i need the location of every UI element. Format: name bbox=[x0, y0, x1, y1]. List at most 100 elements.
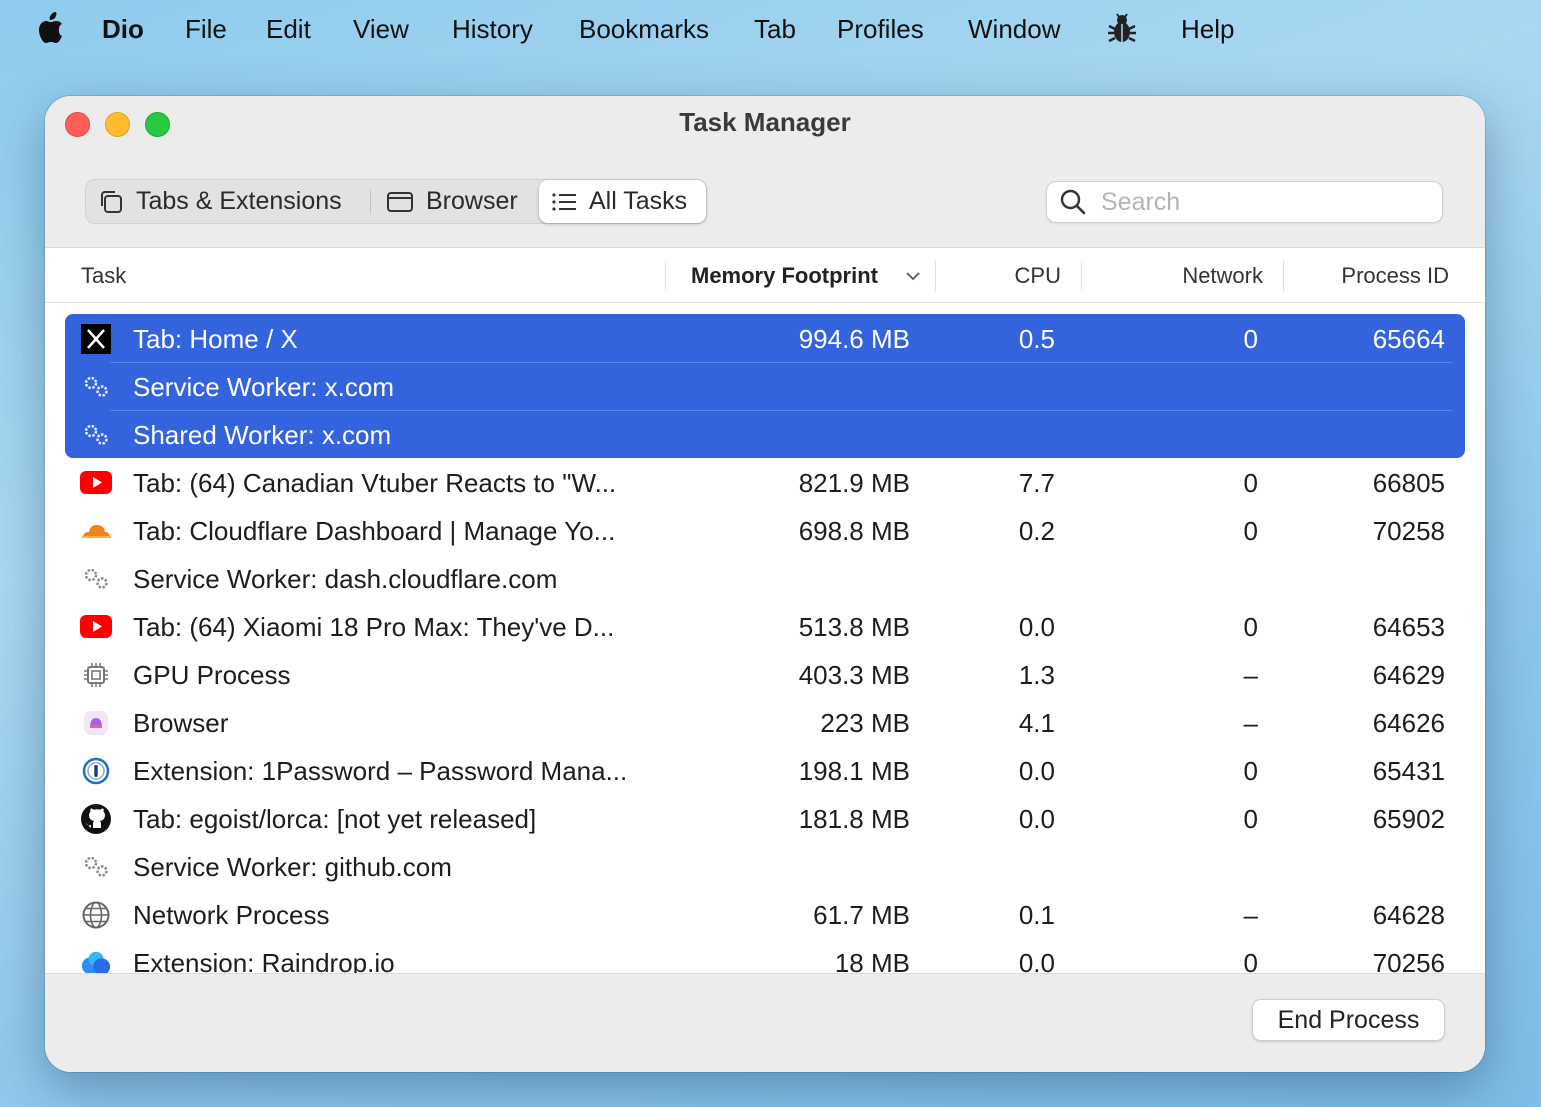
cpu-value: 0.1 bbox=[1018, 900, 1055, 930]
column-header-pid[interactable]: Process ID bbox=[1341, 263, 1449, 289]
menu-bar: Dio File Edit View History Bookmarks Tab… bbox=[0, 0, 1541, 58]
task-name: Service Worker: x.com bbox=[133, 372, 395, 402]
cpu-value: 0.0 bbox=[1018, 756, 1055, 786]
apple-logo-icon[interactable] bbox=[36, 12, 64, 44]
task-name: GPU Process bbox=[133, 660, 291, 690]
task-name: Tab: Cloudflare Dashboard | Manage Yo... bbox=[133, 516, 616, 546]
gears-icon bbox=[80, 852, 112, 882]
network-value: 0 bbox=[1243, 756, 1258, 786]
task-name: Tab: Home / X bbox=[133, 324, 298, 354]
task-name: Tab: egoist/lorca: [not yet released] bbox=[133, 804, 537, 834]
table-row[interactable]: Browser 223 MB 4.1 – 64626 bbox=[45, 698, 1485, 746]
memory-value: 61.7 MB bbox=[813, 900, 910, 930]
task-manager-window: Task Manager Tabs & Extensions Browser A… bbox=[45, 96, 1485, 1072]
search-input[interactable] bbox=[1101, 187, 1421, 217]
table-row[interactable]: Tab: (64) Xiaomi 18 Pro Max: They've D..… bbox=[45, 602, 1485, 650]
table-row[interactable]: Tab: (64) Canadian Vtuber Reacts to "W..… bbox=[45, 458, 1485, 506]
network-value: 0 bbox=[1243, 948, 1258, 973]
table-row[interactable]: Extension: Raindrop.io 18 MB 0.0 0 70256 bbox=[45, 938, 1485, 973]
menu-history[interactable]: History bbox=[452, 13, 533, 45]
bug-icon[interactable] bbox=[1106, 12, 1138, 46]
pid-value: 64626 bbox=[1372, 708, 1445, 738]
menu-bookmarks[interactable]: Bookmarks bbox=[579, 13, 709, 45]
onepassword-icon bbox=[80, 756, 112, 786]
cpu-value: 0.5 bbox=[1018, 324, 1055, 354]
task-name: Extension: 1Password – Password Mana... bbox=[133, 756, 628, 786]
table-header: Task Memory Footprint CPU Network Proces… bbox=[45, 248, 1485, 303]
table-row[interactable]: Service Worker: dash.cloudflare.com bbox=[45, 554, 1485, 602]
table-row[interactable]: Tab: Cloudflare Dashboard | Manage Yo...… bbox=[45, 506, 1485, 554]
chevron-down-icon[interactable] bbox=[906, 271, 920, 281]
column-header-memory[interactable]: Memory Footprint bbox=[691, 263, 878, 289]
window-title: Task Manager bbox=[679, 107, 851, 137]
pid-value: 70258 bbox=[1372, 516, 1445, 546]
network-value: 0 bbox=[1243, 612, 1258, 642]
menu-edit[interactable]: Edit bbox=[266, 13, 311, 45]
task-name: Extension: Raindrop.io bbox=[133, 948, 395, 973]
segment-browser[interactable]: Browser bbox=[386, 180, 518, 223]
table-row[interactable]: Tab: Home / X 994.6 MB 0.5 0 65664 bbox=[45, 314, 1485, 362]
cpu-value: 0.2 bbox=[1018, 516, 1055, 546]
cloudflare-icon bbox=[80, 516, 112, 546]
segment-all-tasks[interactable]: All Tasks bbox=[539, 180, 706, 223]
youtube-icon bbox=[80, 612, 112, 642]
column-header-task[interactable]: Task bbox=[81, 263, 126, 289]
column-divider[interactable] bbox=[1283, 261, 1284, 291]
task-name: Shared Worker: x.com bbox=[133, 420, 392, 450]
memory-value: 18 MB bbox=[834, 948, 910, 973]
search-field[interactable] bbox=[1046, 181, 1443, 223]
table-row[interactable]: Shared Worker: x.com bbox=[45, 410, 1485, 458]
title-bar: Task Manager Tabs & Extensions Browser A… bbox=[45, 96, 1485, 248]
table-row[interactable]: Service Worker: github.com bbox=[45, 842, 1485, 890]
network-value: – bbox=[1243, 708, 1258, 738]
column-header-cpu[interactable]: CPU bbox=[1015, 263, 1061, 289]
task-name: Service Worker: github.com bbox=[133, 852, 452, 882]
end-process-button[interactable]: End Process bbox=[1252, 999, 1445, 1041]
cpu-value: 0.0 bbox=[1018, 804, 1055, 834]
raindrop-icon bbox=[80, 948, 112, 973]
network-value: 0 bbox=[1243, 468, 1258, 498]
cpu-value: 0.0 bbox=[1018, 948, 1055, 973]
memory-value: 198.1 MB bbox=[798, 756, 910, 786]
x-logo-icon bbox=[80, 324, 112, 354]
task-name: Browser bbox=[133, 708, 229, 738]
pid-value: 64628 bbox=[1372, 900, 1445, 930]
segment-divider bbox=[370, 190, 371, 214]
menu-window[interactable]: Window bbox=[968, 13, 1060, 45]
table-row[interactable]: Tab: egoist/lorca: [not yet released] 18… bbox=[45, 794, 1485, 842]
network-value: 0 bbox=[1243, 516, 1258, 546]
table-row[interactable]: Extension: 1Password – Password Mana... … bbox=[45, 746, 1485, 794]
menu-app-name[interactable]: Dio bbox=[102, 13, 144, 45]
column-divider[interactable] bbox=[1081, 261, 1082, 291]
footer-bar: End Process bbox=[45, 973, 1485, 1072]
youtube-icon bbox=[80, 468, 112, 498]
task-name: Tab: (64) Xiaomi 18 Pro Max: They've D..… bbox=[133, 612, 615, 642]
chip-icon bbox=[80, 660, 112, 690]
memory-value: 513.8 MB bbox=[798, 612, 910, 642]
menu-tab[interactable]: Tab bbox=[754, 13, 796, 45]
column-divider[interactable] bbox=[665, 261, 666, 291]
table-row[interactable]: Service Worker: x.com bbox=[45, 362, 1485, 410]
table-row[interactable]: Network Process 61.7 MB 0.1 – 64628 bbox=[45, 890, 1485, 938]
segment-label: All Tasks bbox=[589, 187, 688, 215]
cpu-value: 4.1 bbox=[1018, 708, 1055, 738]
browser-app-icon bbox=[80, 708, 112, 738]
column-header-network[interactable]: Network bbox=[1182, 263, 1263, 289]
globe-icon bbox=[80, 900, 112, 930]
menu-help[interactable]: Help bbox=[1181, 13, 1234, 45]
task-name: Service Worker: dash.cloudflare.com bbox=[133, 564, 558, 594]
pid-value: 66805 bbox=[1372, 468, 1445, 498]
table-row[interactable]: GPU Process 403.3 MB 1.3 – 64629 bbox=[45, 650, 1485, 698]
menu-profiles[interactable]: Profiles bbox=[837, 13, 924, 45]
segment-label: Browser bbox=[426, 187, 518, 215]
menu-file[interactable]: File bbox=[185, 13, 227, 45]
column-divider[interactable] bbox=[935, 261, 936, 291]
task-name: Network Process bbox=[133, 900, 330, 930]
search-icon bbox=[1060, 189, 1086, 215]
memory-value: 403.3 MB bbox=[798, 660, 910, 690]
menu-view[interactable]: View bbox=[353, 13, 409, 45]
memory-value: 223 MB bbox=[820, 708, 910, 738]
memory-value: 994.6 MB bbox=[798, 324, 910, 354]
segment-tabs-extensions[interactable]: Tabs & Extensions bbox=[98, 180, 342, 223]
memory-value: 181.8 MB bbox=[798, 804, 910, 834]
